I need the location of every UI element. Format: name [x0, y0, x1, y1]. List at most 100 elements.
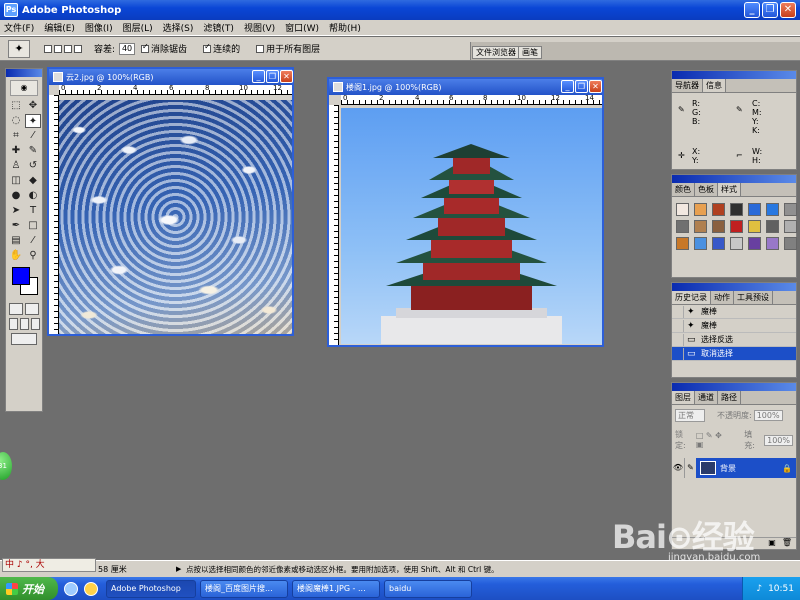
slice-tool-icon[interactable]: ⁄ — [25, 129, 41, 143]
style-swatch[interactable] — [766, 237, 779, 250]
clone-stamp-icon[interactable]: ♙ — [8, 159, 24, 173]
brushes-tab[interactable]: 画笔 — [518, 46, 542, 59]
history-item-selected[interactable]: ▭ 取消选择 — [672, 347, 796, 361]
brush-tool-icon[interactable]: ✎ — [25, 144, 41, 158]
doc-minimize-button[interactable]: _ — [561, 80, 574, 93]
blur-tool-icon[interactable]: ● — [8, 189, 24, 203]
doc-titlebar-pagoda[interactable]: 楼阁1.jpg @ 100%(RGB) _ ❐ ✕ — [329, 79, 602, 95]
style-swatch[interactable] — [694, 237, 707, 250]
tab-tool-presets[interactable]: 工具预设 — [734, 291, 773, 304]
style-swatch[interactable] — [784, 203, 797, 216]
close-button[interactable]: ✕ — [780, 2, 796, 18]
status-zoom[interactable]: 58 厘米 — [98, 564, 127, 575]
history-item[interactable]: ✦ 魔棒 — [672, 319, 796, 333]
volume-icon[interactable]: ♪ — [756, 584, 762, 594]
style-swatch[interactable] — [748, 237, 761, 250]
tab-channels[interactable]: 通道 — [695, 391, 718, 404]
style-swatch[interactable] — [694, 203, 707, 216]
style-swatch[interactable] — [712, 220, 725, 233]
menu-image[interactable]: 图像(I) — [85, 21, 113, 34]
quick-mask-icon[interactable] — [25, 303, 39, 315]
contiguous-checkbox[interactable] — [203, 42, 212, 53]
brush-link-icon[interactable]: ✎ — [684, 458, 696, 478]
doc-maximize-button[interactable]: ❐ — [575, 80, 588, 93]
opacity-input[interactable]: 100% — [753, 410, 783, 421]
file-browser-tab[interactable]: 文件浏览器 — [472, 46, 520, 59]
panel-header[interactable] — [672, 383, 796, 391]
shape-tool-icon[interactable]: □ — [25, 219, 41, 233]
tab-actions[interactable]: 动作 — [711, 291, 734, 304]
menu-window[interactable]: 窗口(W) — [285, 21, 319, 34]
antialias-checkbox[interactable] — [141, 42, 150, 53]
menu-view[interactable]: 视图(V) — [244, 21, 275, 34]
style-swatch[interactable] — [712, 237, 725, 250]
side-badge[interactable]: 31 — [0, 452, 12, 480]
magic-wand-tool-icon[interactable]: ✦ — [25, 114, 41, 128]
foreground-color-swatch[interactable] — [12, 267, 30, 285]
tab-swatches[interactable]: 色板 — [695, 183, 718, 196]
tab-paths[interactable]: 路径 — [718, 391, 741, 404]
tab-navigator[interactable]: 导航器 — [672, 79, 703, 92]
style-swatch[interactable] — [730, 237, 743, 250]
style-swatch[interactable] — [784, 220, 797, 233]
all-layers-checkbox[interactable] — [256, 44, 265, 53]
clock[interactable]: 10:51 — [768, 584, 794, 594]
panel-header[interactable] — [672, 71, 796, 79]
doc-maximize-button[interactable]: ❐ — [266, 70, 279, 83]
style-swatch[interactable] — [676, 220, 689, 233]
jump-to-imageready-icon[interactable] — [11, 333, 37, 345]
menu-help[interactable]: 帮助(H) — [329, 21, 361, 34]
subtract-selection-icon[interactable] — [64, 44, 72, 53]
ie-quicklaunch-icon[interactable] — [64, 581, 78, 596]
pen-tool-icon[interactable]: ✒ — [8, 219, 24, 233]
doc-minimize-button[interactable]: _ — [252, 70, 265, 83]
notes-tool-icon[interactable]: ▤ — [8, 234, 24, 248]
task-photoshop[interactable]: Adobe Photoshop — [106, 579, 196, 598]
menu-edit[interactable]: 编辑(E) — [44, 21, 75, 34]
cloud-image-canvas[interactable] — [59, 100, 292, 334]
style-swatch[interactable] — [730, 203, 743, 216]
path-select-icon[interactable]: ➤ — [8, 204, 24, 218]
screen-mode-full-icon[interactable] — [30, 318, 40, 330]
healing-brush-icon[interactable]: ✚ — [8, 144, 24, 158]
new-layer-icon[interactable]: ▣ — [768, 538, 776, 549]
toolbox-header[interactable] — [6, 69, 42, 77]
style-swatch[interactable] — [748, 220, 761, 233]
menu-filter[interactable]: 滤镜(T) — [203, 21, 234, 34]
trash-icon[interactable]: 🗑 — [782, 538, 792, 549]
eraser-tool-icon[interactable]: ◫ — [8, 174, 24, 188]
style-swatch[interactable] — [766, 203, 779, 216]
panel-header[interactable] — [672, 283, 796, 291]
doc-close-button[interactable]: ✕ — [280, 70, 293, 83]
start-button[interactable]: 开始 — [0, 577, 58, 600]
screen-mode-full-menu-icon[interactable] — [19, 318, 29, 330]
move-tool-icon[interactable]: ✥ — [25, 99, 41, 113]
style-swatch[interactable] — [784, 237, 797, 250]
tolerance-input[interactable]: 40 — [119, 42, 136, 55]
fill-input[interactable]: 100% — [764, 434, 793, 446]
tab-history[interactable]: 历史记录 — [672, 291, 711, 304]
style-swatch[interactable] — [748, 203, 761, 216]
dodge-tool-icon[interactable]: ◐ — [25, 189, 41, 203]
task-browser[interactable]: 楼阁_百度图片搜... — [200, 579, 288, 598]
ime-toolbar[interactable]: 中 ♪ °, 大 — [2, 558, 96, 572]
eyedropper-icon[interactable]: ⁄ — [25, 234, 41, 248]
paint-bucket-icon[interactable]: ◆ — [25, 174, 41, 188]
screen-mode-standard-icon[interactable] — [8, 318, 18, 330]
lock-icons[interactable]: □ ✎ ✥ ▣ — [696, 431, 730, 449]
tab-layers[interactable]: 图层 — [672, 391, 695, 404]
type-tool-icon[interactable]: T — [25, 204, 41, 218]
history-item[interactable]: ✦ 魔棒 — [672, 305, 796, 319]
style-swatch[interactable] — [712, 203, 725, 216]
eye-visibility-icon[interactable]: 👁 — [672, 458, 684, 478]
tab-info[interactable]: 信息 — [703, 79, 726, 92]
minimize-button[interactable]: _ — [744, 2, 760, 18]
style-swatch[interactable] — [676, 237, 689, 250]
crop-tool-icon[interactable]: ⌗ — [8, 129, 24, 143]
doc-close-button[interactable]: ✕ — [589, 80, 602, 93]
hand-tool-icon[interactable]: ✋ — [8, 249, 24, 263]
standard-mode-icon[interactable] — [9, 303, 23, 315]
doc-titlebar-clouds[interactable]: 云2.jpg @ 100%(RGB) _ ❐ ✕ — [49, 69, 293, 85]
lasso-tool-icon[interactable]: ◌ — [8, 114, 24, 128]
magic-wand-preset-icon[interactable]: ✦ — [8, 39, 30, 58]
